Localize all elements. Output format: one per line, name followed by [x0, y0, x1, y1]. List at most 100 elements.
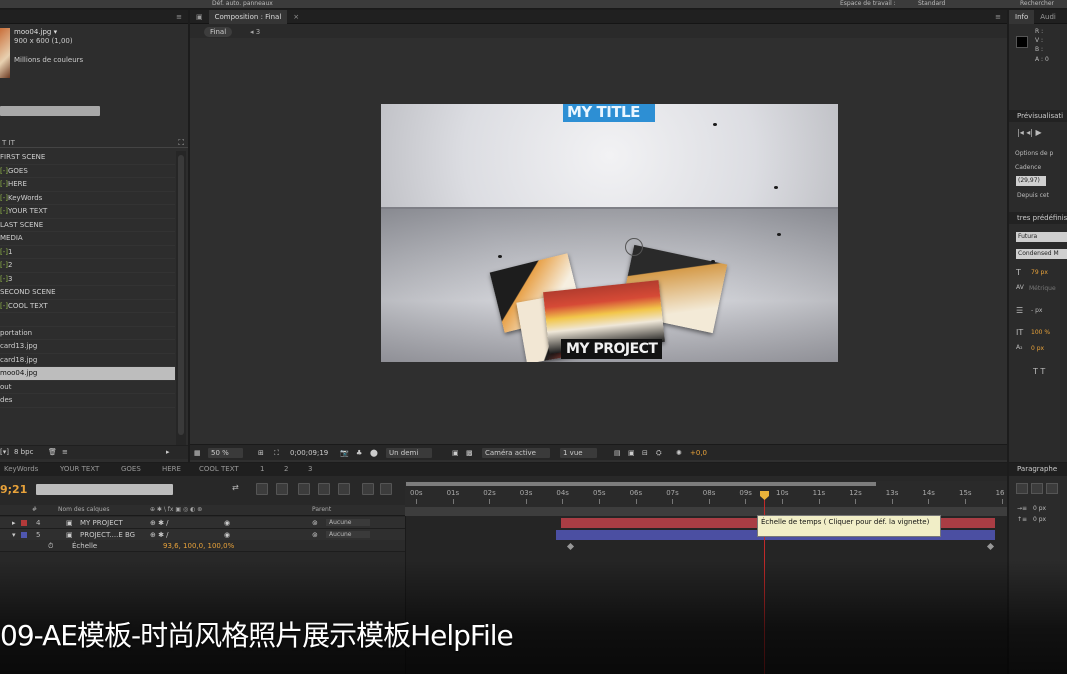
project-item[interactable]: [0, 313, 175, 327]
layer-name[interactable]: MY PROJECT: [80, 519, 123, 527]
layer-switches[interactable]: ⊕ ✱ /: [150, 519, 169, 527]
selected-file-name[interactable]: moo04.jpg ▾: [14, 28, 57, 36]
composition-viewer[interactable]: MY TITLE MY PROJECT: [381, 104, 838, 362]
graph-editor-icon[interactable]: [380, 483, 392, 495]
layer-search-input[interactable]: [36, 484, 173, 495]
fast-preview-icon[interactable]: ▣: [628, 448, 635, 458]
align-right-icon[interactable]: [1046, 483, 1058, 494]
project-item[interactable]: [-]1: [0, 246, 175, 259]
parent-select[interactable]: Aucune: [326, 531, 370, 538]
trash-icon[interactable]: 🗑: [48, 448, 57, 456]
column-parent[interactable]: Parent: [312, 506, 331, 513]
bpc-button[interactable]: 8 bpc: [14, 448, 33, 456]
workspace-select[interactable]: Standard: [918, 0, 945, 8]
tab-composition-final[interactable]: Composition : Final: [208, 10, 288, 24]
project-item[interactable]: [-]HERE: [0, 178, 175, 192]
current-time-display[interactable]: 9;21: [0, 483, 27, 496]
auto-keyframe-icon[interactable]: [362, 483, 374, 495]
comp-mini-flowchart-icon[interactable]: ⇄: [232, 483, 244, 495]
layer-switches[interactable]: ⊕ ✱ /: [150, 531, 169, 539]
project-item[interactable]: moo04.jpg: [0, 367, 175, 381]
parent-pickwhip-icon[interactable]: ⊚: [312, 531, 318, 539]
exposure-value[interactable]: +0,0: [690, 448, 707, 458]
column-layer-name[interactable]: Nom des calques: [58, 506, 110, 513]
align-center-icon[interactable]: [1031, 483, 1043, 494]
parent-pickwhip-icon[interactable]: ⊚: [312, 519, 318, 527]
property-row-scale[interactable]: ⏱ Échelle 93,6, 100,0, 100,0%: [0, 540, 405, 552]
project-item[interactable]: card18.jpg: [0, 354, 175, 367]
stopwatch-icon[interactable]: ⏱: [48, 542, 53, 551]
baseline-value[interactable]: 0 px: [1031, 345, 1044, 352]
space-before-value[interactable]: 0 px: [1033, 516, 1046, 523]
layer-name[interactable]: PROJECT....E BG: [80, 531, 135, 539]
region-of-interest-icon[interactable]: ▣: [452, 448, 459, 458]
project-scrollbar[interactable]: [176, 151, 186, 451]
timeline-tab[interactable]: GOES: [121, 463, 141, 476]
timeline-tab[interactable]: YOUR TEXT: [60, 463, 99, 476]
vertical-scale-value[interactable]: 100 %: [1031, 329, 1050, 336]
paragraph-header[interactable]: Paragraphe: [1009, 463, 1067, 476]
grid-icon[interactable]: ▦: [194, 448, 201, 458]
timeline-tab[interactable]: HERE: [162, 463, 181, 476]
motion-blur-icon[interactable]: [318, 483, 330, 495]
transparency-grid-icon[interactable]: ▩: [466, 448, 473, 458]
panel-menu-icon[interactable]: ≡: [989, 10, 1007, 24]
layer-3d-icon[interactable]: ◉: [224, 531, 230, 539]
parent-select[interactable]: Aucune: [326, 519, 370, 526]
exposure-icon[interactable]: ✺: [676, 448, 682, 458]
channel-icon[interactable]: ⬤: [370, 448, 378, 458]
project-item[interactable]: card13.jpg: [0, 340, 175, 354]
breadcrumb-final[interactable]: Final: [204, 27, 233, 37]
expand-arrow-icon[interactable]: ▾: [12, 531, 16, 539]
safe-zones-icon[interactable]: ⊞: [258, 448, 264, 458]
project-item[interactable]: LAST SCENE: [0, 219, 175, 232]
resolution-select[interactable]: Un demi: [386, 448, 433, 458]
viewer-timecode[interactable]: 0;00;09;19: [290, 448, 328, 458]
font-size-value[interactable]: 79 px: [1031, 269, 1048, 276]
kerning-value[interactable]: Métrique: [1029, 285, 1056, 292]
layer-row[interactable]: ▸ 4 ▣ MY PROJECT ⊕ ✱ / ◉ ⊚ Aucune: [0, 517, 405, 529]
project-item[interactable]: [-]COOL TEXT: [0, 300, 175, 313]
project-item[interactable]: SECOND SCENE: [0, 286, 175, 300]
project-item[interactable]: [-]YOUR TEXT: [0, 205, 175, 219]
preview-header[interactable]: Prévisualisati: [1009, 110, 1067, 122]
project-item[interactable]: MEDIA: [0, 232, 175, 246]
leading-value[interactable]: - px: [1031, 307, 1042, 314]
label-color-swatch[interactable]: [21, 532, 27, 538]
lock-icon[interactable]: ▣: [190, 10, 209, 24]
mask-icon[interactable]: ⛶: [274, 448, 279, 458]
zoom-select[interactable]: 50 %: [208, 448, 243, 458]
auto-panels-option[interactable]: Déf. auto. panneaux: [212, 0, 273, 8]
views-select[interactable]: 1 vue: [560, 448, 597, 458]
snapshot-icon[interactable]: 📷: [340, 448, 349, 458]
presets-header[interactable]: tres prédéfinis: [1009, 212, 1067, 224]
project-search-input[interactable]: [0, 106, 100, 116]
cadence-select[interactable]: (29,97): [1016, 176, 1046, 186]
interpret-footage-icon[interactable]: [▾]: [0, 448, 9, 456]
timeline-tab[interactable]: KeyWords: [4, 463, 38, 476]
project-item[interactable]: [-]KeyWords: [0, 192, 175, 205]
font-style-select[interactable]: Condensed M: [1016, 249, 1067, 259]
align-left-icon[interactable]: [1016, 483, 1028, 494]
expand-arrow-icon[interactable]: ▸: [12, 519, 16, 527]
shy-icon[interactable]: [276, 483, 288, 495]
project-item[interactable]: FIRST SCENE: [0, 151, 175, 165]
flowchart-icon[interactable]: ⛭: [656, 448, 662, 458]
tab-info[interactable]: Info: [1009, 10, 1035, 24]
frame-blend-icon[interactable]: [298, 483, 310, 495]
flowchart-icon[interactable]: ⛶: [178, 138, 184, 148]
close-tab-icon[interactable]: ×: [287, 10, 305, 24]
preview-controls[interactable]: |◂ ◂| ▶: [1017, 128, 1042, 137]
timeline-tab[interactable]: 2: [284, 463, 288, 476]
brainstorm-icon[interactable]: [338, 483, 350, 495]
indent-left-value[interactable]: 0 px: [1033, 505, 1046, 512]
timeline-tab[interactable]: 1: [260, 463, 264, 476]
anchor-point-icon[interactable]: [625, 238, 643, 256]
from-current-checkbox[interactable]: Depuis cet: [1017, 192, 1049, 199]
project-item[interactable]: des: [0, 394, 175, 408]
project-item[interactable]: [-]3: [0, 273, 175, 286]
search-help-field[interactable]: Rechercher: [1020, 0, 1054, 8]
tab-audio[interactable]: Audi: [1034, 10, 1062, 24]
scroll-right-icon[interactable]: ▸: [166, 448, 170, 456]
project-item[interactable]: portation: [0, 327, 175, 340]
